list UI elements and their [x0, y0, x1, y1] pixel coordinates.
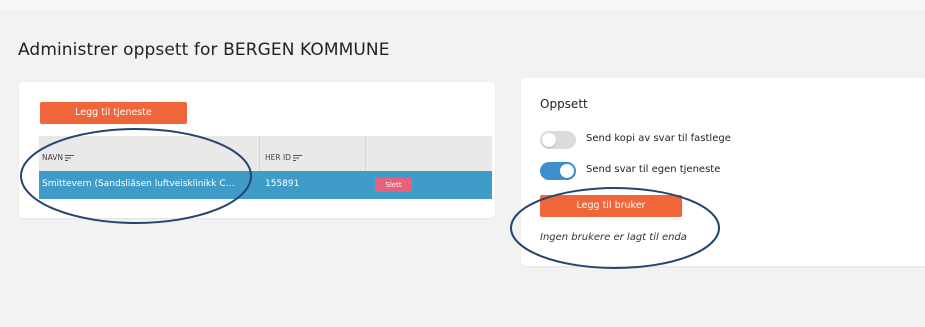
toggle-label-send-to-own-service: Send svar til egen tjeneste — [586, 164, 721, 175]
column-header-name[interactable]: NAVN — [42, 153, 75, 162]
setup-card: Oppsett Send kopi av svar til fastlege S… — [521, 78, 925, 266]
sort-icon — [65, 155, 75, 161]
table-header: NAVN HER ID — [39, 136, 492, 171]
toggle-copy-to-gp[interactable] — [540, 131, 576, 149]
services-table: NAVN HER ID Smittevern (Sandsliåsen luft… — [39, 136, 492, 199]
column-divider — [365, 136, 366, 171]
column-divider — [259, 136, 260, 171]
table-row[interactable]: Smittevern (Sandsliåsen luftveisklinikk … — [39, 171, 492, 199]
setup-title: Oppsett — [540, 97, 588, 111]
services-card: Legg til tjeneste NAVN HER ID Smittevern… — [19, 82, 495, 218]
add-service-button[interactable]: Legg til tjeneste — [40, 102, 187, 124]
service-name-cell: Smittevern (Sandsliåsen luftveisklinikk … — [42, 179, 235, 189]
column-header-her-id-label: HER ID — [265, 153, 291, 162]
column-header-her-id[interactable]: HER ID — [265, 153, 302, 162]
toggle-send-to-own-service[interactable] — [540, 162, 576, 180]
sort-icon — [292, 155, 302, 161]
her-id-cell: 155891 — [265, 179, 300, 189]
top-bar — [0, 0, 925, 10]
empty-users-message: Ingen brukere er lagt til enda — [540, 232, 687, 243]
column-header-name-label: NAVN — [42, 153, 64, 162]
page-title: Administrer oppsett for BERGEN KOMMUNE — [18, 40, 390, 60]
toggle-knob — [542, 133, 556, 147]
toggle-knob — [560, 164, 574, 178]
add-user-button[interactable]: Legg til bruker — [540, 195, 682, 217]
delete-button[interactable]: Slett — [375, 178, 412, 192]
toggle-label-copy-to-gp: Send kopi av svar til fastlege — [586, 133, 731, 144]
